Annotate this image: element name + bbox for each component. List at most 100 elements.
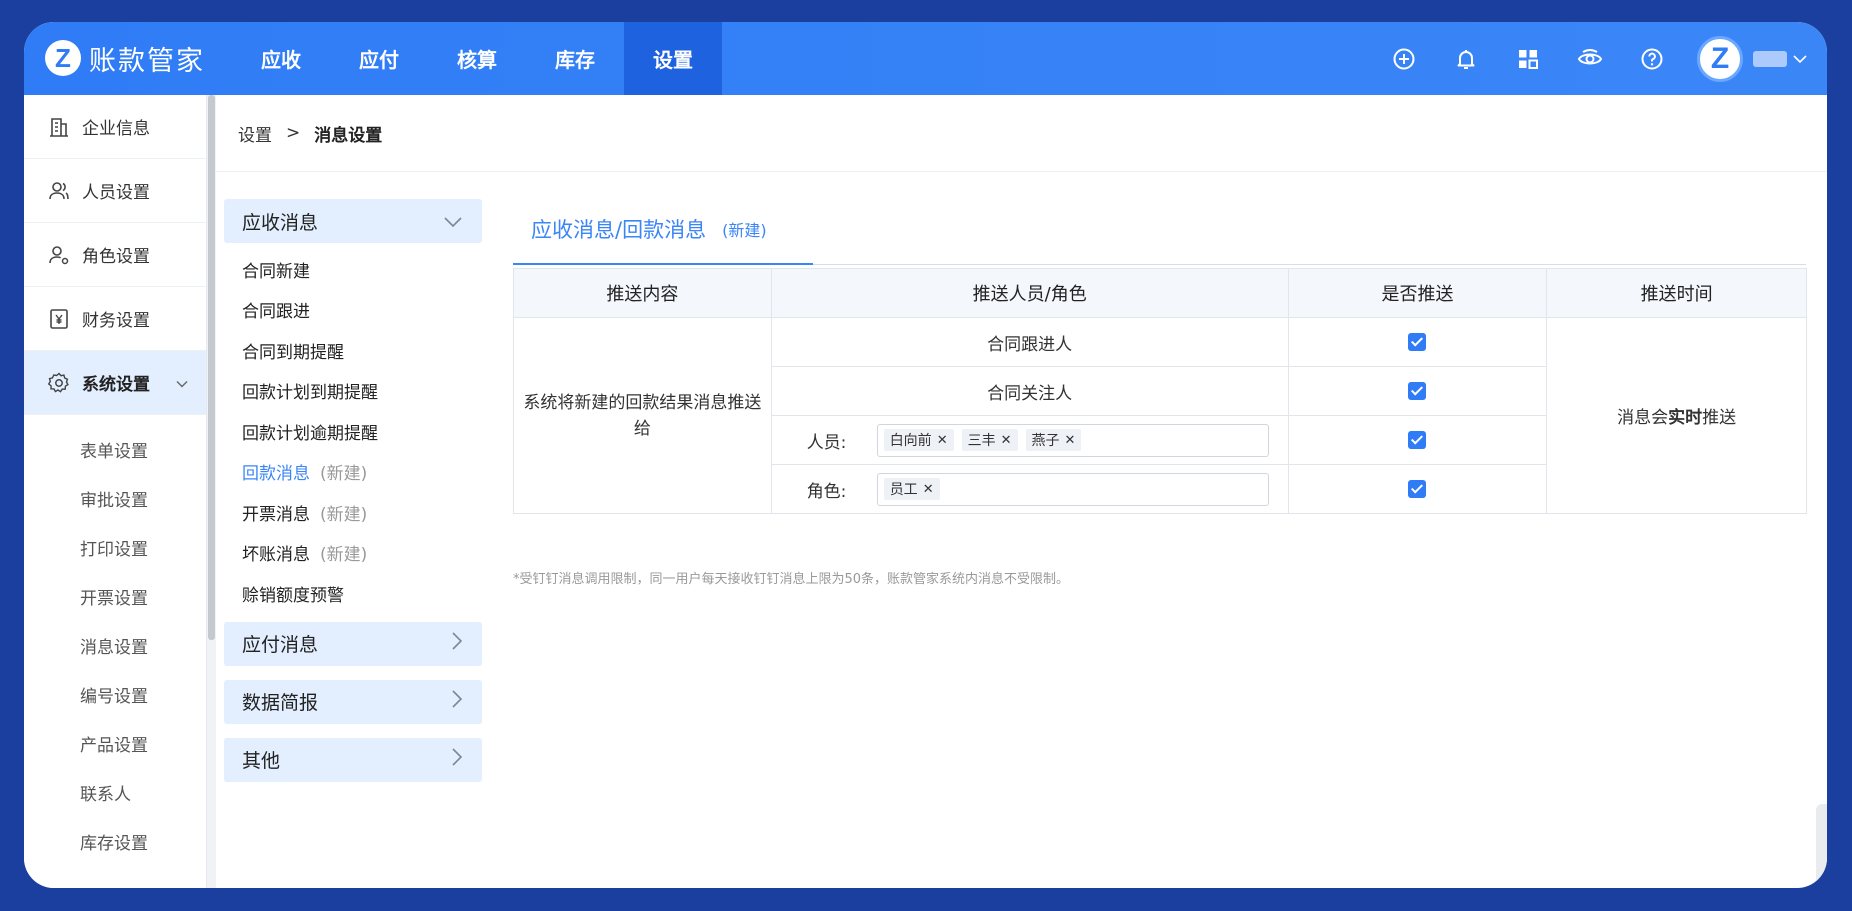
close-icon[interactable]: ✕ — [937, 433, 948, 448]
new-tag: (新建) — [320, 464, 368, 485]
user-name-blurred[interactable] — [1753, 50, 1787, 67]
recipient-cell: 合同关注人 — [770, 366, 1289, 416]
plus-circle-icon[interactable] — [1373, 22, 1435, 95]
tab-bar: 应收消息/回款消息 (新建) — [513, 195, 1806, 265]
msg-item-payment[interactable]: 回款消息 (新建) — [224, 452, 482, 493]
chevron-down-icon[interactable] — [1793, 49, 1807, 69]
user-gear-icon — [46, 242, 72, 268]
sidebar-sub-forms[interactable]: 表单设置 — [24, 425, 206, 474]
group-other[interactable]: 其他 — [224, 737, 482, 782]
eye-support-icon[interactable] — [1559, 22, 1621, 95]
push-content-cell: 系统将新建的回款结果消息推送给 — [513, 317, 772, 514]
msg-item-contract-follow[interactable]: 合同跟进 — [224, 290, 482, 331]
staff-tag: 三丰 ✕ — [961, 429, 1018, 451]
checkbox-role[interactable] — [1408, 480, 1427, 498]
msg-item-plan-due[interactable]: 回款计划到期提醒 — [224, 371, 482, 412]
new-tag: (新建) — [320, 504, 368, 525]
breadcrumb-current: 消息设置 — [314, 125, 383, 146]
msg-item-contract-due[interactable]: 合同到期提醒 — [224, 330, 482, 371]
sidebar-sub-numbering[interactable]: 编号设置 — [24, 670, 206, 719]
gear-icon — [46, 370, 72, 396]
breadcrumb-root[interactable]: 设置 — [238, 121, 272, 146]
sidebar-item-label: 企业信息 — [82, 119, 150, 139]
msg-item-plan-overdue[interactable]: 回款计划逾期提醒 — [224, 411, 482, 452]
push-toggle-cell — [1287, 415, 1548, 465]
role-label: 角色: — [806, 481, 847, 502]
table-header-row: 推送内容 推送人员/角色 是否推送 推送时间 — [513, 268, 1807, 318]
nav-accounting[interactable]: 核算 — [428, 22, 526, 95]
group-label: 应付消息 — [242, 634, 319, 656]
yen-doc-icon — [46, 306, 72, 332]
breadcrumb: 设置 > 消息设置 — [216, 95, 1827, 172]
new-tag: (新建) — [320, 545, 368, 566]
sidebar-sub-approval[interactable]: 审批设置 — [24, 474, 206, 523]
main-nav: 应收 应付 核算 库存 设置 — [232, 22, 722, 95]
header-content: 推送内容 — [513, 268, 772, 318]
close-icon[interactable]: ✕ — [923, 482, 934, 497]
app-logo[interactable]: Z 账款管家 — [45, 36, 205, 80]
group-receivable-messages[interactable]: 应收消息 — [224, 199, 482, 243]
checkbox-watcher[interactable] — [1408, 382, 1427, 400]
sidebar-item-company[interactable]: 企业信息 — [24, 95, 206, 159]
sidebar-item-roles[interactable]: 角色设置 — [24, 223, 206, 287]
sidebar-sub-products[interactable]: 产品设置 — [24, 719, 206, 768]
msg-item-invoice[interactable]: 开票消息 (新建) — [224, 492, 482, 533]
top-bar: Z 账款管家 应收 应付 核算 库存 设置 Z — [24, 22, 1827, 95]
push-toggle-cell — [1287, 317, 1548, 367]
chevron-right-icon — [452, 632, 463, 655]
users-icon — [46, 178, 72, 204]
sidebar: 企业信息 人员设置 角色设置 财务设置 系统设置 表单设置 审批设置 打印设置 … — [24, 95, 207, 888]
help-icon[interactable] — [1621, 22, 1683, 95]
checkbox-follower[interactable] — [1408, 333, 1427, 351]
sidebar-item-label: 财务设置 — [82, 311, 150, 331]
checkbox-staff[interactable] — [1408, 431, 1427, 449]
role-select[interactable]: 员工 ✕ — [876, 472, 1269, 506]
sidebar-sub-contacts[interactable]: 联系人 — [24, 768, 206, 817]
staff-select[interactable]: 白向前 ✕ 三丰 ✕ 燕子 ✕ — [876, 423, 1269, 457]
building-icon — [46, 114, 72, 140]
msg-item-credit-warning[interactable]: 赊销额度预警 — [224, 573, 482, 614]
group-label: 应收消息 — [242, 211, 319, 234]
push-toggle-cell — [1287, 464, 1548, 514]
msg-item-bad-debt[interactable]: 坏账消息 (新建) — [224, 533, 482, 574]
close-icon[interactable]: ✕ — [1001, 433, 1012, 448]
nav-receivable[interactable]: 应收 — [232, 22, 330, 95]
app-window: Z 账款管家 应收 应付 核算 库存 设置 Z 企业信息 人员设置 角色设置 财… — [24, 22, 1827, 888]
sidebar-item-staff[interactable]: 人员设置 — [24, 159, 206, 223]
top-actions: Z — [1373, 22, 1807, 95]
avatar[interactable]: Z — [1697, 35, 1743, 82]
breadcrumb-separator: > — [286, 123, 301, 143]
staff-select-cell: 人员: 白向前 ✕ 三丰 ✕ 燕子 ✕ — [770, 415, 1289, 465]
nav-settings[interactable]: 设置 — [624, 22, 722, 95]
group-data-brief[interactable]: 数据简报 — [224, 679, 482, 724]
staff-tag: 白向前 ✕ — [883, 429, 954, 451]
nav-inventory[interactable]: 库存 — [526, 22, 624, 95]
sidebar-item-system[interactable]: 系统设置 — [24, 351, 206, 415]
logo-icon: Z — [45, 40, 81, 76]
sidebar-sub-inventory[interactable]: 库存设置 — [24, 817, 206, 866]
side-drawer-handle[interactable] — [1816, 804, 1827, 888]
chevron-down-icon — [176, 373, 188, 393]
sidebar-sub-invoice[interactable]: 开票设置 — [24, 572, 206, 621]
staff-label: 人员: — [806, 432, 847, 453]
close-icon[interactable]: ✕ — [1065, 433, 1076, 448]
tab-payment-message[interactable]: 应收消息/回款消息 (新建) — [513, 195, 813, 265]
group-payable-messages[interactable]: 应付消息 — [224, 621, 482, 666]
tab-title: 应收消息/回款消息 — [531, 218, 707, 242]
grid-icon[interactable] — [1497, 22, 1559, 95]
message-menu: 应收消息 合同新建 合同跟进 合同到期提醒 回款计划到期提醒 回款计划逾期提醒 … — [224, 199, 482, 782]
sidebar-sub-messages[interactable]: 消息设置 — [24, 621, 206, 670]
header-enabled: 是否推送 — [1287, 268, 1548, 318]
sidebar-sub-print[interactable]: 打印设置 — [24, 523, 206, 572]
group-label: 其他 — [242, 750, 281, 772]
sidebar-item-label: 人员设置 — [82, 183, 150, 203]
header-time: 推送时间 — [1546, 268, 1807, 318]
sidebar-item-finance[interactable]: 财务设置 — [24, 287, 206, 351]
bell-icon[interactable] — [1435, 22, 1497, 95]
msg-item-contract-new[interactable]: 合同新建 — [224, 249, 482, 290]
sidebar-scrollbar[interactable] — [207, 95, 216, 888]
time-emphasis: 实时 — [1668, 408, 1703, 428]
group-label: 数据简报 — [242, 692, 319, 714]
push-time-cell: 消息会实时推送 — [1546, 317, 1807, 514]
nav-payable[interactable]: 应付 — [330, 22, 428, 95]
